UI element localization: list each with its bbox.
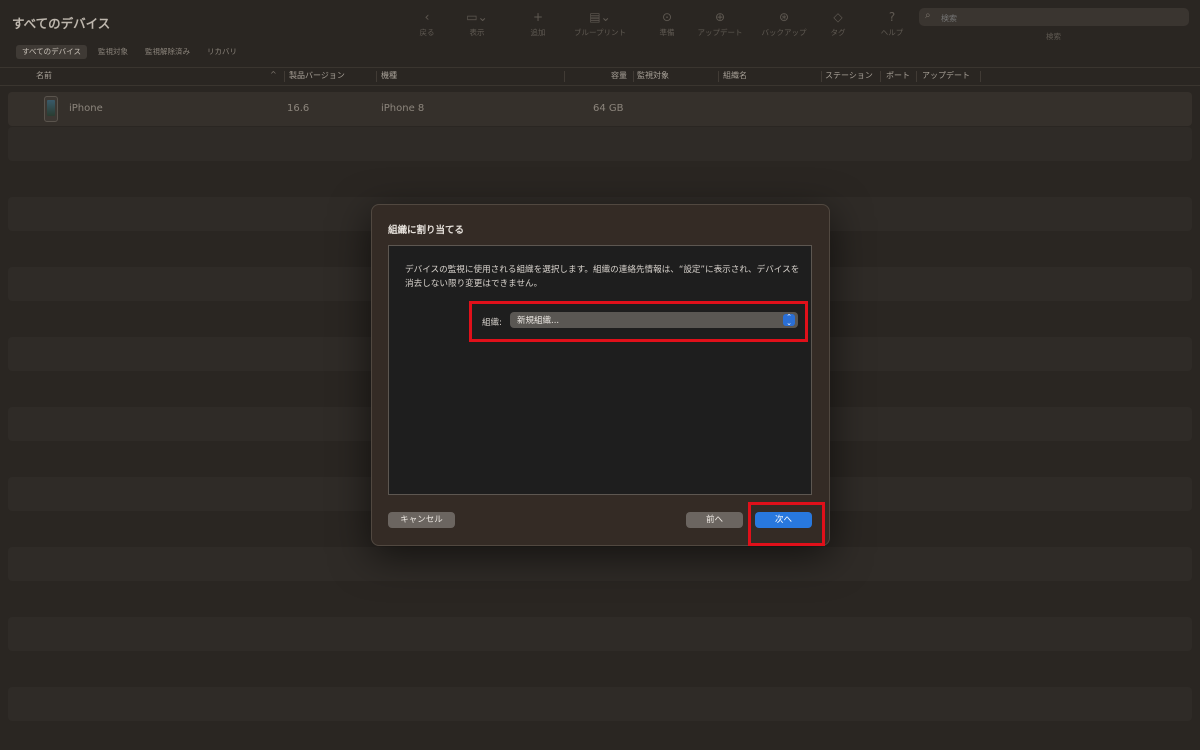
column-header-supervised[interactable]: 監視対象 [637,70,669,81]
search-input[interactable] [939,8,1183,28]
iphone-icon [44,96,58,122]
column-divider [718,71,719,82]
empty-row [8,617,1192,651]
device-model: iPhone 8 [381,103,425,114]
highlight-organization-box [469,301,808,342]
column-header-name[interactable]: 名前 [36,70,52,81]
help-button[interactable]: ? ヘルプ [864,9,920,41]
tab-unsupervised[interactable]: 監視解除済み [139,45,196,59]
dialog-content-panel: デバイスの監視に使用される組織を選択します。組織の連絡先情報は、“設定”に表示さ… [388,245,812,495]
sort-ascending-icon[interactable]: ^ [270,70,277,79]
device-name: iPhone [69,103,103,114]
column-header-version[interactable]: 製品バージョン [289,70,345,81]
tag-icon: ◇ [833,10,843,24]
update-icon: ⊕ [714,10,726,24]
column-divider [376,71,377,82]
column-header-capacity[interactable]: 容量 [611,70,627,81]
search-icon: ⌕ [925,10,931,21]
update-label: アップデート [697,28,743,37]
tab-supervised[interactable]: 監視対象 [92,45,134,59]
column-divider [916,71,917,82]
column-header-update[interactable]: アップデート [922,70,970,81]
column-header-model[interactable]: 機種 [381,70,397,81]
view-label: 表示 [469,28,485,37]
add-label: 追加 [530,28,546,37]
table-row[interactable]: iPhone 16.6 iPhone 8 64 GB [8,92,1192,126]
device-capacity: 64 GB [593,103,624,114]
toolbar: すべてのデバイス ‹ 戻る ▭⌄ 表示 + 追加 ▤⌄ ブループリント ⊙ 準備… [0,0,1200,44]
column-divider [980,71,981,82]
app-window: すべてのデバイス ‹ 戻る ▭⌄ 表示 + 追加 ▤⌄ ブループリント ⊙ 準備… [0,0,1200,750]
previous-button[interactable]: 前へ [686,512,743,528]
back-button[interactable]: ‹ 戻る [399,9,455,41]
column-divider [880,71,881,82]
device-version: 16.6 [287,103,310,114]
tab-recovery[interactable]: リカバリ [201,45,243,59]
column-divider [821,71,822,82]
search-field[interactable]: ⌕ [919,8,1189,28]
assign-organization-dialog: 組織に割り当てる デバイスの監視に使用される組織を選択します。組織の連絡先情報は… [371,204,830,546]
dialog-description: デバイスの監視に使用される組織を選択します。組織の連絡先情報は、“設定”に表示さ… [405,265,800,289]
next-button[interactable]: 次へ [755,512,812,528]
help-icon: ? [888,10,896,24]
blueprint-button[interactable]: ▤⌄ ブループリント [572,9,628,41]
prepare-button[interactable]: ⊙ 準備 [639,9,695,41]
tag-button[interactable]: ◇ タグ [810,9,866,41]
tag-label: タグ [830,28,846,37]
scope-tabs: すべてのデバイス 監視対象 監視解除済み リカバリ [16,45,248,59]
view-icon: ▭⌄ [466,10,488,24]
cancel-button[interactable]: キャンセル [388,512,455,528]
backup-button[interactable]: ⊛ バックアップ [756,9,812,41]
empty-row [8,547,1192,581]
chevron-left-icon: ‹ [424,10,430,24]
search-label: 検索 [1046,32,1061,41]
plus-icon: + [532,10,544,24]
help-label: ヘルプ [880,28,904,37]
view-button[interactable]: ▭⌄ 表示 [449,9,505,41]
table-header: 名前 ^ 製品バージョン 機種 容量 監視対象 組織名 ステーション ポート ア… [0,67,1200,86]
window-title: すべてのデバイス [12,16,111,31]
prepare-icon: ⊙ [661,10,673,24]
empty-row [8,127,1192,161]
column-divider [564,71,565,82]
back-label: 戻る [419,28,435,37]
dialog-title: 組織に割り当てる [388,225,465,236]
add-button[interactable]: + 追加 [510,9,566,41]
tab-all-devices[interactable]: すべてのデバイス [16,45,87,59]
empty-row [8,687,1192,721]
backup-label: バックアップ [761,28,807,37]
blueprint-label: ブループリント [573,28,627,37]
prepare-label: 準備 [659,28,675,37]
column-header-station[interactable]: ステーション [825,70,873,81]
backup-icon: ⊛ [778,10,790,24]
column-header-organization[interactable]: 組織名 [723,70,747,81]
blueprint-icon: ▤⌄ [589,10,611,24]
column-header-port[interactable]: ポート [886,70,910,81]
column-divider [633,71,634,82]
update-button[interactable]: ⊕ アップデート [692,9,748,41]
column-divider [284,71,285,82]
